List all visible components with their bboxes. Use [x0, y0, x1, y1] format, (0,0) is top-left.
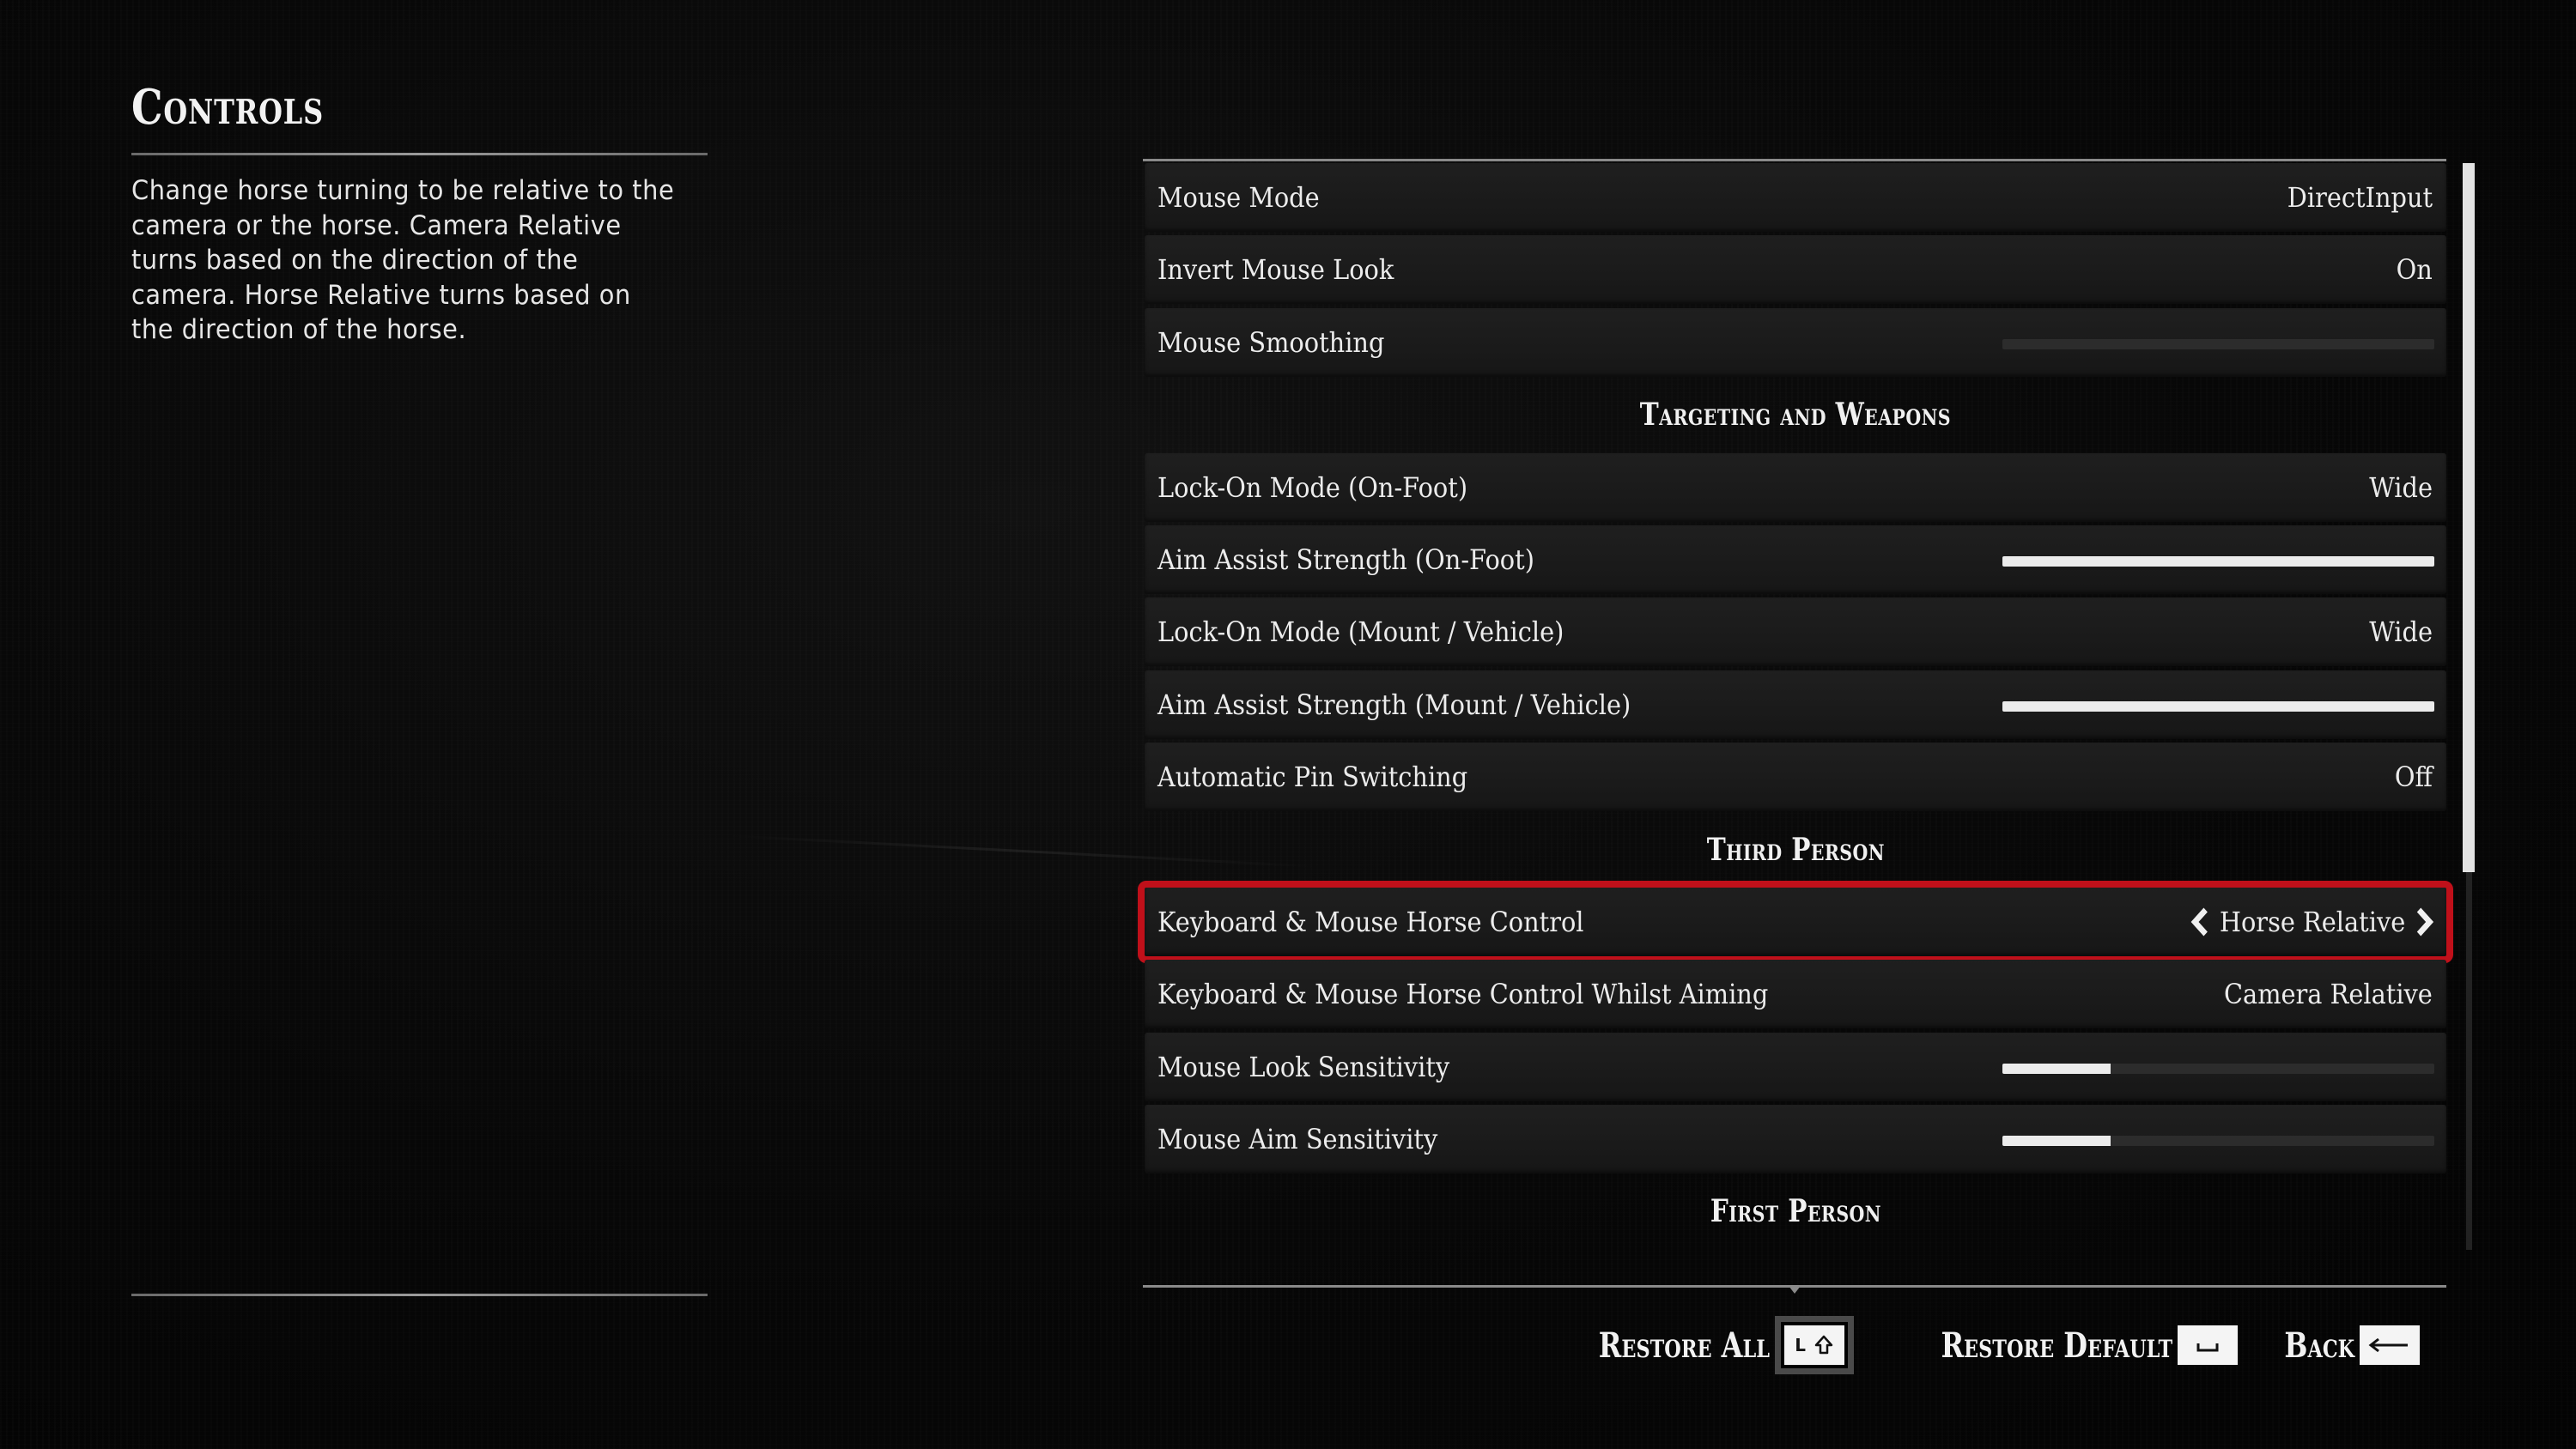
slider-fill [2002, 1136, 2111, 1147]
setting-label: Keyboard & Mouse Horse Control [1157, 905, 1584, 938]
section-header-label: Third Person [1706, 831, 1885, 868]
setting-label: Mouse Aim Sensitivity [1157, 1123, 1438, 1156]
slider-fill [2002, 1063, 2111, 1074]
chevron-right-icon[interactable] [2415, 907, 2434, 937]
setting-row-aim-assist-strength-mount-vehicle[interactable]: Aim Assist Strength (Mount / Vehicle) [1145, 670, 2446, 739]
back-label: Back [2284, 1325, 2354, 1366]
restore-all-label: Restore All [1598, 1325, 1770, 1366]
setting-label: Lock-On Mode (On-Foot) [1157, 470, 1468, 504]
restore-default-key [2177, 1325, 2238, 1365]
setting-label: Mouse Mode [1157, 181, 1320, 214]
setting-row-automatic-pin-switching[interactable]: Automatic Pin Switching Off [1145, 743, 2446, 812]
list-top-divider [1143, 159, 2446, 161]
restore-all-key-frame: L [1774, 1316, 1854, 1374]
restore-all-button[interactable]: Restore All L [1556, 1316, 1854, 1374]
setting-label: Mouse Smoothing [1157, 325, 1385, 359]
setting-row-mouse-mode[interactable]: Mouse Mode DirectInput [1145, 163, 2446, 232]
selected-option-text: Horse Relative [2219, 905, 2405, 938]
back-button[interactable]: Back [2267, 1325, 2420, 1366]
slider-fill [2002, 700, 2434, 712]
setting-value: Off [2394, 761, 2433, 794]
backspace-arrow-icon [2368, 1337, 2408, 1353]
setting-label: Lock-On Mode (Mount / Vehicle) [1157, 615, 1564, 649]
restore-all-key: L [1783, 1325, 1844, 1365]
setting-label: Invert Mouse Look [1157, 253, 1394, 287]
l-key-label: L [1795, 1335, 1806, 1355]
setting-label: Automatic Pin Switching [1157, 761, 1468, 794]
setting-value[interactable]: Horse Relative [2190, 888, 2434, 956]
setting-row-lock-on-mode-on-foot[interactable]: Lock-On Mode (On-Foot) Wide [1145, 452, 2446, 522]
setting-value: Camera Relative [2224, 978, 2433, 1011]
section-header-label: First Person [1710, 1193, 1881, 1230]
setting-label: Mouse Look Sensitivity [1157, 1050, 1450, 1083]
setting-value: Wide [2369, 470, 2433, 504]
settings-list: Mouse Mode DirectInput Invert Mouse Look On… [1138, 163, 2453, 1250]
chevron-left-icon[interactable] [2190, 907, 2208, 937]
setting-row-keyboard-and-mouse-horse-control[interactable]: Keyboard & Mouse Horse Control Horse Rela… [1138, 880, 2453, 963]
description-bottom-divider [131, 1294, 708, 1296]
setting-row-lock-on-mode-mount-vehicle[interactable]: Lock-On Mode (Mount / Vehicle) Wide [1145, 597, 2446, 667]
section-header-first-person: First Person [1145, 1177, 2446, 1246]
setting-slider[interactable] [2002, 555, 2434, 567]
setting-slider[interactable] [2002, 1063, 2434, 1074]
slider-fill [2002, 555, 2434, 567]
section-header-label: Targeting and Weapons [1639, 397, 1952, 433]
setting-row-mouse-smoothing[interactable]: Mouse Smoothing [1145, 307, 2446, 377]
setting-row-mouse-look-sensitivity[interactable]: Mouse Look Sensitivity [1145, 1032, 2446, 1101]
setting-value: Wide [2369, 615, 2433, 649]
restore-default-label: Restore Default [1941, 1325, 2172, 1366]
restore-default-button[interactable]: Restore Default [1883, 1325, 2238, 1366]
setting-row-mouse-aim-sensitivity[interactable]: Mouse Aim Sensitivity [1145, 1105, 2446, 1174]
setting-slider[interactable] [2002, 1136, 2434, 1147]
action-bar: Restore All L Restore Default Back [1527, 1316, 2420, 1374]
more-below-indicator [1789, 1286, 1801, 1294]
spacebar-icon [2196, 1343, 2219, 1352]
scrollbar-thumb[interactable] [2463, 163, 2475, 872]
shift-arrow-icon [1814, 1335, 1833, 1355]
setting-row-aim-assist-strength-on-foot[interactable]: Aim Assist Strength (On-Foot) [1145, 524, 2446, 594]
setting-slider[interactable] [2002, 700, 2434, 712]
page-title: Controls [131, 79, 325, 136]
setting-label: Keyboard & Mouse Horse Control Whilst Ai… [1157, 978, 1769, 1011]
setting-label: Aim Assist Strength (Mount / Vehicle) [1157, 688, 1631, 721]
setting-label: Aim Assist Strength (On-Foot) [1157, 543, 1534, 576]
back-key [2360, 1325, 2420, 1365]
setting-row-invert-mouse-look[interactable]: Invert Mouse Look On [1145, 235, 2446, 305]
section-header-targeting-and-weapons: Targeting and Weapons [1145, 380, 2446, 449]
setting-description: Change horse turning to be relative to t… [131, 175, 675, 345]
title-divider [131, 153, 708, 155]
section-header-third-person: Third Person [1145, 815, 2446, 884]
setting-value: On [2396, 253, 2433, 287]
setting-row-keyboard-and-mouse-horse-control-whilst-aiming[interactable]: Keyboard & Mouse Horse Control Whilst Ai… [1145, 960, 2446, 1029]
setting-slider[interactable] [2002, 338, 2434, 349]
setting-value: DirectInput [2287, 181, 2433, 214]
